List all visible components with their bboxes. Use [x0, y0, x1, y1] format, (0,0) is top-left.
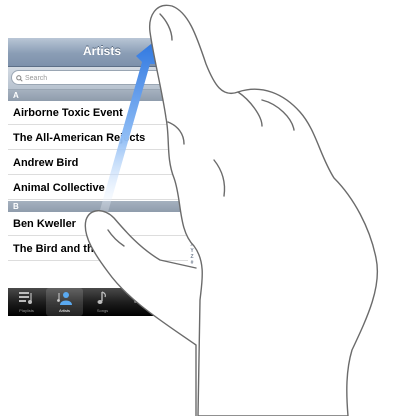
upper-hand-icon [149, 4, 379, 416]
gesture-overlay [84, 4, 379, 416]
swipe-up-arrow-icon [94, 40, 162, 216]
lower-hand-icon [84, 210, 197, 416]
